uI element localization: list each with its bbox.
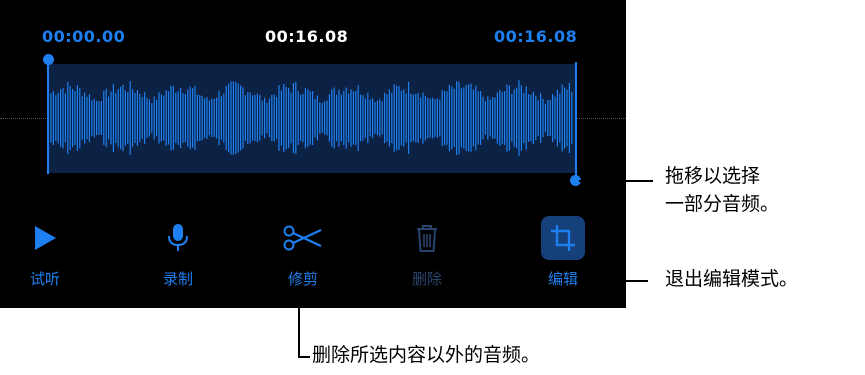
trim-label: 修剪	[287, 270, 318, 288]
edit-button[interactable]: 编辑	[518, 212, 608, 289]
edit-button-background	[541, 216, 585, 260]
edit-label: 编辑	[547, 270, 578, 288]
callout-line-exit	[588, 280, 648, 282]
record-label: 录制	[162, 270, 193, 288]
callout-drag-text: 拖移以选择 一部分音频。	[665, 162, 779, 218]
callout-line-trim-horizontal	[298, 356, 310, 358]
callout-drag-line2: 一部分音频。	[665, 193, 780, 215]
play-label: 试听	[29, 270, 60, 288]
trim-button[interactable]: 修剪	[258, 212, 348, 289]
delete-label: 删除	[411, 270, 442, 288]
play-icon	[35, 226, 56, 250]
callout-exit-text: 退出编辑模式。	[665, 268, 799, 290]
recording-editor: 00:00.00 00:16.08 00:16.08 试听 录制 修剪 删除 编…	[0, 0, 626, 308]
start-handle-line[interactable]	[47, 60, 49, 174]
trash-icon	[417, 225, 437, 252]
end-handle-line[interactable]	[575, 62, 577, 178]
delete-button[interactable]: 删除	[382, 212, 472, 289]
crop-icon	[551, 225, 575, 251]
callout-line-trim-vertical	[298, 299, 300, 357]
callout-trim-text: 删除所选内容以外的音频。	[312, 344, 541, 366]
scissors-icon	[283, 225, 322, 251]
record-button[interactable]: 录制	[133, 212, 223, 289]
play-button[interactable]: 试听	[0, 212, 90, 289]
start-handle[interactable]	[43, 54, 54, 65]
callout-drag-line1: 拖移以选择	[665, 165, 761, 187]
microphone-icon	[168, 224, 188, 251]
callout-line-drag	[579, 180, 653, 182]
